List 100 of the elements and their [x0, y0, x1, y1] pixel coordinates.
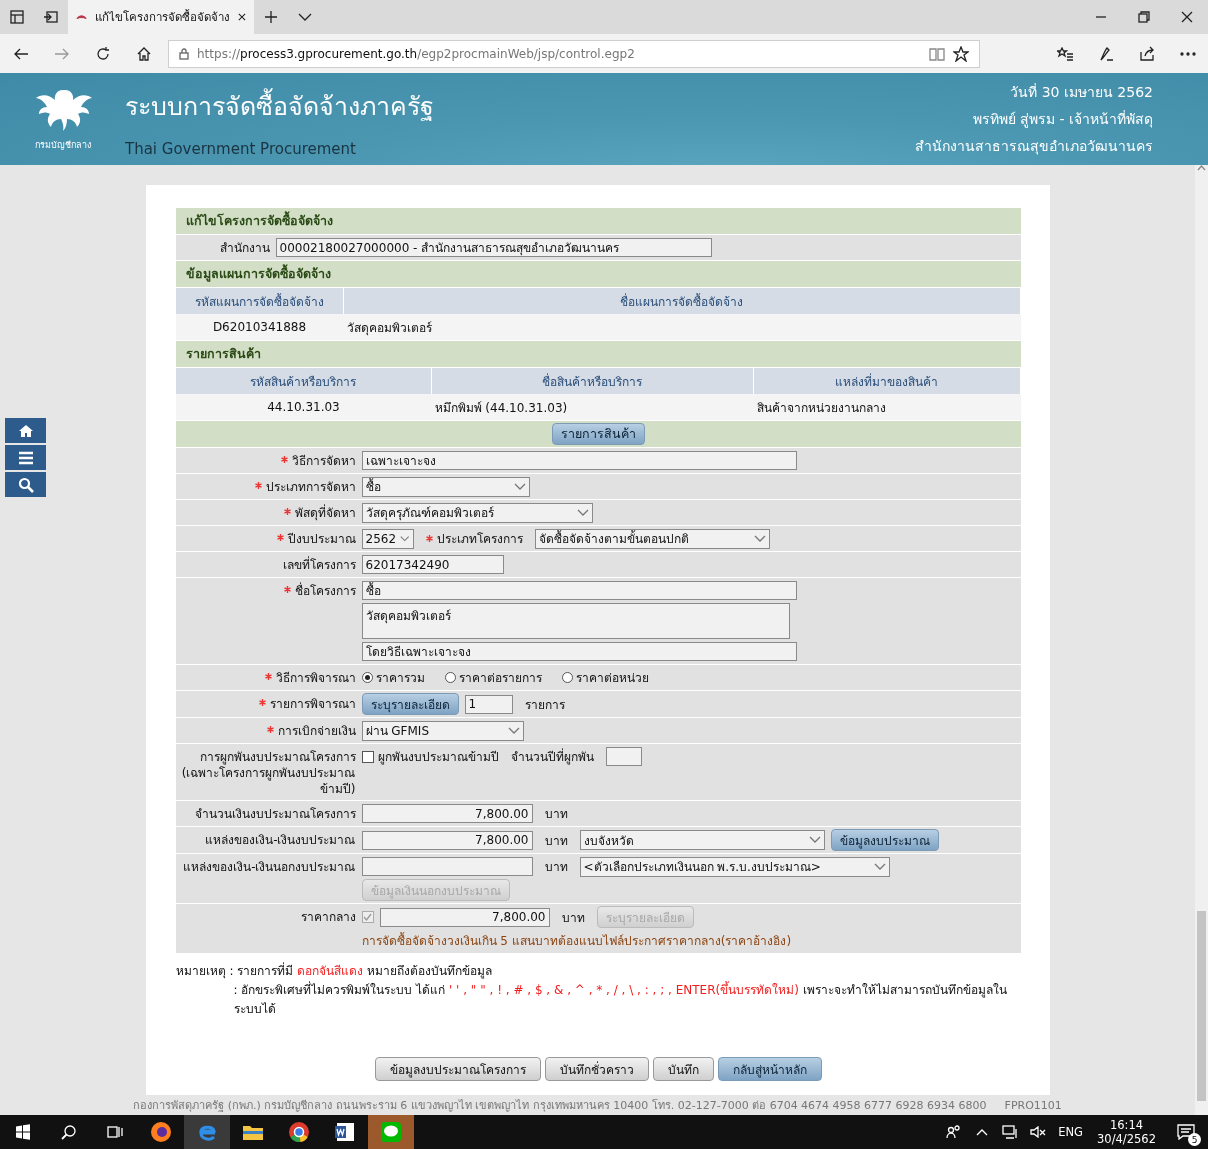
table-cell: D62010341888 [175, 314, 344, 340]
field-label: การเบิกจ่ายเงิน [277, 723, 356, 739]
back-arrow-icon[interactable] [12, 46, 29, 61]
scrollbar-thumb[interactable] [1197, 911, 1206, 1101]
dropdown[interactable]: จัดซื้อจัดจ้างตามขั้นตอนปกติ [534, 528, 770, 549]
amount-field[interactable]: 7,800.00 [379, 907, 550, 927]
chevron-down-icon [513, 482, 526, 491]
radio-label: ราคาต่อหน่วย [575, 670, 649, 687]
detail-button[interactable]: ข้อมูลงบประมาณ [830, 829, 939, 851]
chevron-down-icon [507, 726, 520, 735]
folder-icon [242, 1123, 264, 1141]
field-caption: บาท [544, 859, 568, 876]
current-date: วันที่ 30 เมษายน 2562 [1010, 82, 1153, 102]
field-label: วิธีการพิจารณา [275, 670, 356, 686]
table-cell: สินค้าจากหน่วยงานกลาง [753, 394, 1021, 420]
text-field[interactable]: ซื้อ [361, 581, 797, 600]
home-icon[interactable] [135, 45, 152, 62]
star-icon[interactable] [953, 45, 969, 62]
chevron-down-icon [753, 534, 766, 543]
field-label: การผูกพันงบประมาณโครงการ (เฉพาะโครงการผูกพันงบประมาณข้ามปี) [180, 749, 356, 797]
dropdown[interactable]: <ตัวเลือกประเภทเงินนอก พ.ร.บ.งบประมาณ> [579, 856, 890, 877]
section-title: รายการสินค้า [175, 341, 1021, 368]
close-icon[interactable] [238, 12, 246, 22]
scrollbar[interactable] [1195, 165, 1208, 1115]
radio-label: ราคารวม [375, 670, 425, 687]
field-caption: บาท [544, 806, 568, 823]
tab-title: แก้ไขโครงการจัดซื้อจัดจ้าง [95, 8, 231, 26]
text-field[interactable]: 1 [464, 694, 513, 714]
user-name: พรทิพย์ สู่พรม - เจ้าหน้าที่พัสดุ [972, 109, 1153, 130]
field-caption: รายการ [524, 696, 565, 714]
action-button[interactable]: ข้อมูลงบประมาณโครงการ [374, 1057, 541, 1081]
checkbox[interactable] [361, 750, 374, 763]
notification-count: 5 [1188, 1133, 1201, 1146]
dropdown[interactable]: งบจังหวัด [579, 830, 825, 850]
detail-button[interactable]: ระบุรายละเอียด [361, 693, 459, 715]
product-list-button[interactable]: รายการสินค้า [551, 423, 645, 445]
home-button[interactable] [5, 418, 46, 443]
home-icon [17, 423, 34, 438]
clock-time[interactable]: 16:14 [1109, 1118, 1144, 1132]
tab-preview-icon[interactable] [43, 9, 59, 25]
radio-option[interactable]: ราคาต่อรายการ [444, 668, 542, 687]
radio-button[interactable] [361, 672, 373, 683]
action-button[interactable]: กลับสู่หน้าหลัก [717, 1057, 822, 1081]
more-icon[interactable] [1179, 51, 1196, 56]
field-label: ราคากลาง [300, 909, 356, 925]
dropdown[interactable]: ซื้อ [361, 476, 530, 497]
address-bar[interactable]: https://process3.gprocurement.go.th/egp2procmainWeb/jsp/control.egp2 [168, 39, 980, 68]
system-title: ระบบการจัดซื้อจัดจ้างภาครัฐ [125, 86, 915, 126]
radio-option[interactable]: ราคารวม [361, 668, 425, 687]
chevron-down-icon [576, 508, 589, 517]
search-button[interactable] [5, 472, 46, 497]
table-cell: วัสดุคอมพิวเตอร์ [343, 314, 1021, 340]
text-field[interactable]: โดยวิธีเฉพาะเจาะจง [361, 642, 797, 661]
restore-icon[interactable] [1137, 11, 1150, 23]
dropdown[interactable]: 2562 [361, 528, 414, 549]
radio-button[interactable] [444, 672, 456, 683]
menu-button[interactable] [5, 445, 46, 470]
favorites-list-icon[interactable] [1056, 46, 1073, 61]
url-text: https://process3.gprocurement.go.th/egp2procmainWeb/jsp/control.egp2 [197, 46, 636, 61]
book-icon[interactable] [929, 46, 945, 61]
task-view-icon [107, 1124, 123, 1140]
amount-field[interactable]: 7,800.00 [361, 830, 533, 850]
amount-field[interactable] [361, 857, 533, 876]
dropdown[interactable]: วัสดุครุภัณฑ์คอมพิวเตอร์ [361, 502, 593, 523]
text-field[interactable] [605, 747, 642, 766]
radio-option[interactable]: ราคาต่อหน่วย [561, 668, 649, 687]
close-icon[interactable] [1180, 11, 1193, 23]
text-area[interactable]: วัสดุคอมพิวเตอร์ [361, 603, 790, 639]
pen-icon[interactable] [1097, 45, 1114, 62]
column-header: ชื่อสินค้าหรือบริการ [431, 368, 754, 394]
new-tab-icon[interactable] [264, 10, 278, 24]
field-label: พัสดุที่จัดหา [294, 505, 356, 521]
notification-button[interactable]: 5 [1164, 1115, 1208, 1149]
radio-button[interactable] [561, 672, 573, 683]
share-icon[interactable] [1138, 45, 1155, 62]
field-label: ปีงบประมาณ [287, 531, 356, 547]
text-field[interactable]: 00002180027000000 - สำนักงานสาธารณสุขอำเภอวัฒนานคร [275, 238, 712, 257]
chevron-down-icon[interactable] [298, 12, 312, 22]
refresh-icon[interactable] [94, 45, 111, 62]
table-cell: 44.10.31.03 [175, 394, 432, 420]
field-caption: จำนวนปีที่ผูกพัน [510, 747, 594, 766]
text-field[interactable]: เฉพาะเจาะจง [361, 451, 797, 470]
browser-tab[interactable]: แก้ไขโครงการจัดซื้อจัดจ้าง [68, 0, 254, 34]
amount-field[interactable]: 7,800.00 [361, 804, 533, 823]
action-button[interactable]: บันทึก [652, 1057, 714, 1081]
text-field[interactable]: 62017342490 [361, 555, 504, 574]
field-label: สำนักงาน [219, 240, 270, 256]
chevron-down-icon [808, 836, 821, 844]
search-icon [61, 1124, 77, 1140]
tab-set-aside-icon[interactable] [9, 9, 25, 25]
action-button[interactable]: บันทึกชั่วคราว [544, 1057, 649, 1081]
clock-date[interactable]: 30/4/2562 [1097, 1132, 1156, 1146]
language-indicator[interactable]: ENG [1052, 1125, 1090, 1139]
field-label: จำนวนเงินงบประมาณโครงการ [194, 806, 356, 822]
chevron-down-icon [400, 534, 410, 543]
phone-link[interactable]: 02-127-7000 [677, 1099, 749, 1112]
dropdown[interactable]: ผ่าน GFMIS [361, 720, 524, 741]
forward-arrow-icon[interactable] [53, 46, 70, 61]
windows-logo-icon [15, 1124, 31, 1140]
field-caption: บาท [561, 909, 585, 927]
